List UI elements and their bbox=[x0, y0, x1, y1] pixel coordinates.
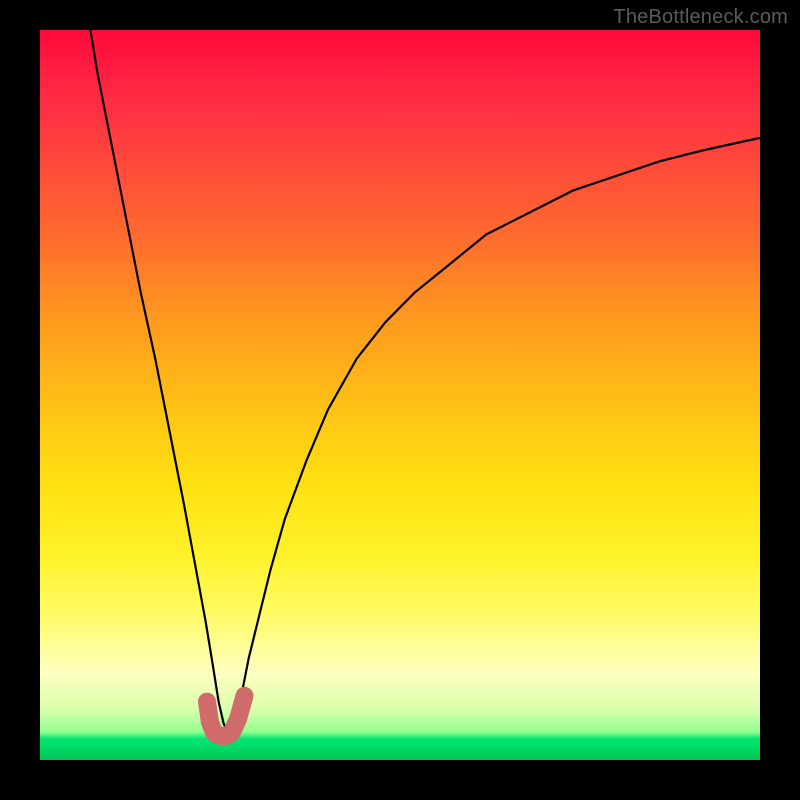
chart-svg bbox=[40, 30, 760, 760]
chart-curve bbox=[90, 30, 760, 731]
chart-frame: TheBottleneck.com bbox=[0, 0, 800, 800]
chart-marker bbox=[207, 696, 245, 736]
watermark-label: TheBottleneck.com bbox=[613, 6, 788, 29]
bottleneck-curve-path bbox=[90, 30, 760, 731]
marker-u-stroke bbox=[207, 696, 245, 736]
